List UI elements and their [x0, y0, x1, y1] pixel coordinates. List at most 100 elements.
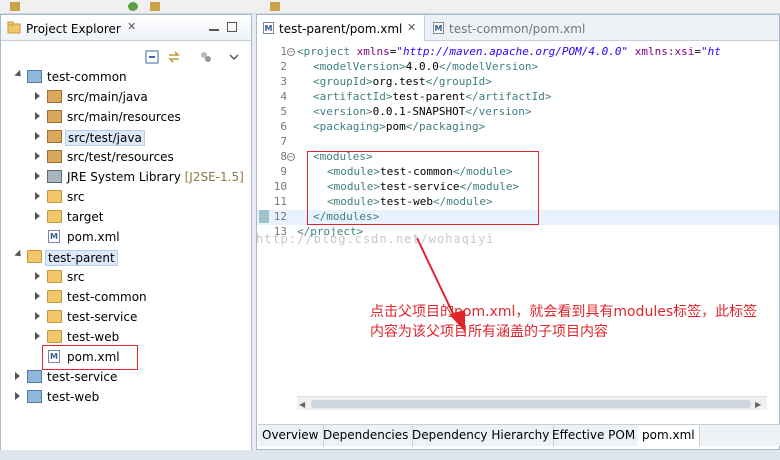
scroll-right-icon[interactable]: ▶	[755, 400, 761, 409]
collapsed-arrow-icon[interactable]	[35, 192, 40, 200]
line-number: 12	[273, 210, 287, 223]
scroll-left-icon[interactable]: ◀	[299, 400, 305, 409]
editor-tab-bar: M test-parent/pom.xml ✕ M test-common/po…	[257, 15, 779, 41]
collapsed-arrow-icon[interactable]	[35, 272, 40, 280]
tab-test-common-pom[interactable]: M test-common/pom.xml	[427, 15, 587, 41]
line-number: 3	[280, 75, 287, 88]
collapsed-arrow-icon[interactable]	[35, 312, 40, 320]
tree-item-label: test-parent	[45, 250, 118, 266]
tree-item-target[interactable]: target	[1, 207, 251, 227]
collapsed-arrow-icon[interactable]	[35, 172, 40, 180]
code-line-6: <packaging>pom</packaging>	[313, 120, 486, 133]
tree-item-src[interactable]: src	[1, 187, 251, 207]
code-line-1: <project xmlns="http://maven.apache.org/…	[297, 45, 721, 58]
project-explorer-panel: Project Explorer ✕ test-common src/main/…	[0, 14, 252, 460]
tree-item-src[interactable]: src	[1, 267, 251, 287]
panel-title: Project Explorer	[26, 22, 121, 36]
expanded-arrow-icon[interactable]	[14, 249, 24, 260]
tab-pom-xml[interactable]: pom.xml	[638, 425, 700, 447]
tree-item-src-test-resources[interactable]: src/test/resources	[1, 147, 251, 167]
tree-item-src-test-java[interactable]: src/test/java	[1, 127, 251, 147]
tree-item-label: test-common	[67, 290, 147, 304]
tree-item-pom-xml[interactable]: M pom.xml	[1, 227, 251, 247]
annotation-text: 点击父项目的pom.xml，就会看到具有modules标签，此标签内容为该父项目…	[370, 304, 758, 340]
collapse-all-icon[interactable]	[145, 50, 159, 64]
maven-project-icon	[27, 370, 42, 383]
scroll-thumb[interactable]	[311, 400, 751, 408]
tree-item-label: target	[67, 210, 104, 224]
tree-item-label: test-common	[47, 70, 127, 84]
code-editor[interactable]: 1 2 3 4 5 6 7 8 9 10 11 12 13 − − <proje…	[257, 42, 779, 411]
collapsed-arrow-icon[interactable]	[35, 292, 40, 300]
collapsed-arrow-icon[interactable]	[35, 112, 40, 120]
library-icon	[47, 170, 62, 183]
tab-effective-pom[interactable]: Effective POM	[548, 425, 641, 447]
tree-item-label: src/main/java	[67, 90, 148, 104]
folder-icon	[47, 330, 62, 343]
minimize-icon[interactable]	[209, 29, 219, 31]
tree-item-test-common-folder[interactable]: test-common	[1, 287, 251, 307]
tree-item-label: src/main/resources	[67, 110, 181, 124]
folder-icon	[47, 190, 62, 203]
toolbar-icon[interactable]	[270, 2, 280, 11]
fold-toggle-icon[interactable]: −	[287, 48, 295, 56]
code-line-4: <artifactId>test-parent</artifactId>	[313, 90, 552, 103]
view-menu-icon[interactable]	[227, 50, 241, 64]
maven-project-icon	[27, 70, 42, 83]
collapsed-arrow-icon[interactable]	[35, 212, 40, 220]
collapsed-arrow-icon[interactable]	[35, 92, 40, 100]
source-folder-icon	[47, 130, 62, 143]
link-editor-icon[interactable]	[167, 50, 181, 64]
code-line-5: <version>0.0.1-SNAPSHOT</version>	[313, 105, 532, 118]
maven-file-icon: M	[48, 230, 60, 243]
tree-item-test-service[interactable]: test-service	[1, 367, 251, 387]
toolbar-icon[interactable]	[150, 2, 160, 11]
tree-item-src-main-resources[interactable]: src/main/resources	[1, 107, 251, 127]
folder-icon	[47, 290, 62, 303]
pom-highlight-box	[42, 345, 138, 370]
collapsed-arrow-icon[interactable]	[15, 372, 20, 380]
tree-item-src-main-java[interactable]: src/main/java	[1, 87, 251, 107]
tree-item-label: pom.xml	[67, 230, 120, 244]
collapsed-arrow-icon[interactable]	[15, 392, 20, 400]
line-number: 2	[280, 60, 287, 73]
maven-project-icon	[27, 390, 42, 403]
tree-item-test-parent[interactable]: test-parent	[1, 247, 251, 267]
close-icon[interactable]: ✕	[407, 21, 416, 34]
tree-item-test-common[interactable]: test-common	[1, 67, 251, 87]
fold-toggle-icon[interactable]: −	[287, 153, 295, 161]
tree-item-label: src/test/java	[65, 130, 145, 146]
run-icon[interactable]	[128, 2, 138, 11]
folder-icon	[7, 21, 21, 34]
tree-item-test-service-folder[interactable]: test-service	[1, 307, 251, 327]
focus-icon[interactable]	[199, 50, 213, 64]
line-number: 11	[273, 195, 287, 208]
tree-item-label: test-web	[67, 330, 120, 344]
tab-test-parent-pom[interactable]: M test-parent/pom.xml ✕	[257, 15, 425, 41]
maximize-icon[interactable]	[227, 22, 237, 32]
maven-file-icon: M	[263, 22, 274, 34]
tab-dependencies[interactable]: Dependencies	[319, 425, 414, 447]
collapsed-arrow-icon[interactable]	[35, 132, 40, 140]
tree-item-test-web[interactable]: test-web	[1, 387, 251, 407]
tab-label: test-common/pom.xml	[449, 22, 586, 36]
tab-overview[interactable]: Overview	[258, 425, 324, 447]
horizontal-scrollbar[interactable]: ◀ ▶	[297, 396, 767, 410]
line-number: 1	[280, 45, 287, 58]
source-folder-icon	[47, 110, 62, 123]
source-folder-icon	[47, 90, 62, 103]
line-number: 9	[280, 165, 287, 178]
tree-item-jre-library[interactable]: JRE System Library [J2SE-1.5]	[1, 167, 251, 187]
close-icon[interactable]: ✕	[127, 20, 136, 33]
tree-item-test-web-folder[interactable]: test-web	[1, 327, 251, 347]
tree-item-label: src	[67, 270, 85, 284]
expanded-arrow-icon[interactable]	[14, 69, 24, 80]
collapsed-arrow-icon[interactable]	[35, 152, 40, 160]
open-folder-icon	[27, 250, 42, 263]
toolbar-icon[interactable]	[10, 2, 20, 11]
line-number: 5	[280, 105, 287, 118]
project-explorer-tab[interactable]: Project Explorer ✕	[1, 15, 251, 41]
line-number: 10	[273, 180, 287, 193]
tab-dependency-hierarchy[interactable]: Dependency Hierarchy	[408, 425, 555, 447]
collapsed-arrow-icon[interactable]	[35, 332, 40, 340]
